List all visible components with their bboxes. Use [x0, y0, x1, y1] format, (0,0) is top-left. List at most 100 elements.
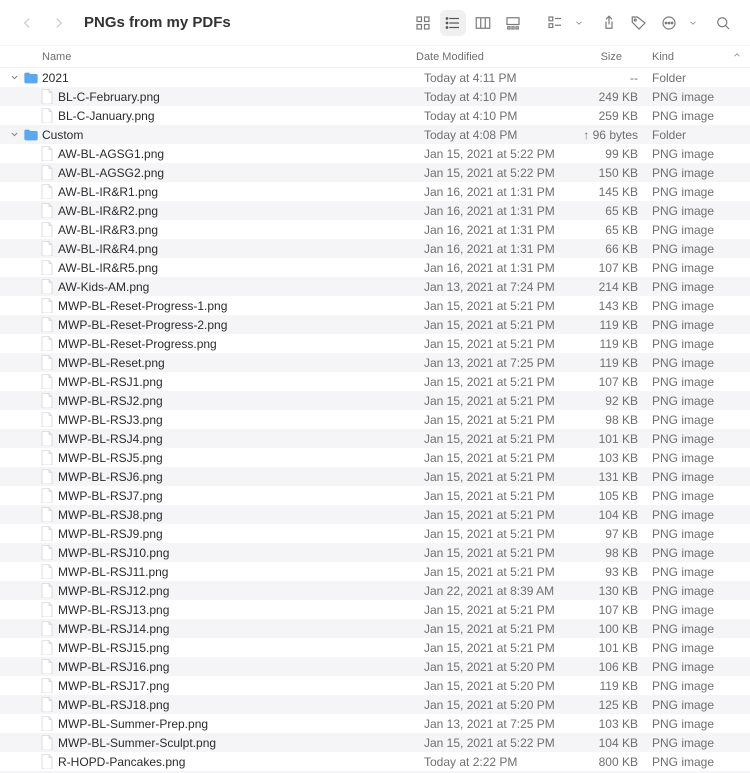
file-kind: PNG image — [652, 204, 750, 218]
column-header-date[interactable]: Date Modified — [416, 51, 572, 63]
file-name: R-HOPD-Pancakes.png — [56, 755, 424, 769]
file-row[interactable]: MWP-BL-RSJ1.pngJan 15, 2021 at 5:21 PM10… — [0, 372, 750, 391]
file-row[interactable]: MWP-BL-RSJ13.pngJan 15, 2021 at 5:21 PM1… — [0, 600, 750, 619]
file-size: 125 KB — [580, 698, 652, 712]
file-row[interactable]: MWP-BL-RSJ11.pngJan 15, 2021 at 5:21 PM9… — [0, 562, 750, 581]
column-header-name[interactable]: Name — [42, 51, 416, 63]
file-row[interactable]: MWP-BL-RSJ9.pngJan 15, 2021 at 5:21 PM97… — [0, 524, 750, 543]
file-row[interactable]: MWP-BL-RSJ12.pngJan 22, 2021 at 8:39 AM1… — [0, 581, 750, 600]
file-row[interactable]: MWP-BL-RSJ17.pngJan 15, 2021 at 5:20 PM1… — [0, 676, 750, 695]
disclosure-triangle[interactable] — [10, 73, 22, 82]
view-column-button[interactable] — [470, 10, 496, 36]
view-gallery-button[interactable] — [500, 10, 526, 36]
folder-icon — [22, 128, 40, 142]
file-size: 106 KB — [580, 660, 652, 674]
file-name: 2021 — [40, 71, 424, 85]
columns-menu-icon[interactable] — [732, 50, 742, 63]
file-row[interactable]: MWP-BL-Reset-Progress.pngJan 15, 2021 at… — [0, 334, 750, 353]
file-icon — [38, 488, 56, 503]
folder-row[interactable]: CustomToday at 4:08 PM↑ 96 bytesFolder — [0, 125, 750, 144]
file-row[interactable]: AW-BL-AGSG1.pngJan 15, 2021 at 5:22 PM99… — [0, 144, 750, 163]
share-button[interactable] — [596, 10, 622, 36]
file-row[interactable]: MWP-BL-Reset-Progress-2.pngJan 15, 2021 … — [0, 315, 750, 334]
file-list[interactable]: 2021Today at 4:11 PM--FolderBL-C-Februar… — [0, 68, 750, 773]
file-size: 66 KB — [580, 242, 652, 256]
file-row[interactable]: AW-BL-IR&R4.pngJan 16, 2021 at 1:31 PM66… — [0, 239, 750, 258]
file-name: MWP-BL-RSJ14.png — [56, 622, 424, 636]
file-name: AW-BL-IR&R3.png — [56, 223, 424, 237]
file-icon — [38, 640, 56, 655]
file-row[interactable]: AW-BL-IR&R2.pngJan 16, 2021 at 1:31 PM65… — [0, 201, 750, 220]
file-date: Jan 15, 2021 at 5:20 PM — [424, 679, 580, 693]
file-icon — [38, 469, 56, 484]
file-kind: PNG image — [652, 394, 750, 408]
file-icon — [38, 393, 56, 408]
nav-forward-button[interactable] — [46, 10, 72, 36]
file-row[interactable]: MWP-BL-RSJ8.pngJan 15, 2021 at 5:21 PM10… — [0, 505, 750, 524]
group-by-button[interactable] — [542, 10, 568, 36]
file-row[interactable]: MWP-BL-RSJ6.pngJan 15, 2021 at 5:21 PM13… — [0, 467, 750, 486]
file-name: MWP-BL-RSJ18.png — [56, 698, 424, 712]
file-size: 105 KB — [580, 489, 652, 503]
file-date: Jan 13, 2021 at 7:24 PM — [424, 280, 580, 294]
file-date: Today at 4:10 PM — [424, 90, 580, 104]
file-kind: PNG image — [652, 109, 750, 123]
file-row[interactable]: MWP-BL-RSJ18.pngJan 15, 2021 at 5:20 PM1… — [0, 695, 750, 714]
file-row[interactable]: MWP-BL-Summer-Prep.pngJan 13, 2021 at 7:… — [0, 714, 750, 733]
search-button[interactable] — [710, 10, 736, 36]
file-date: Jan 15, 2021 at 5:21 PM — [424, 318, 580, 332]
file-row[interactable]: AW-BL-IR&R3.pngJan 16, 2021 at 1:31 PM65… — [0, 220, 750, 239]
file-date: Jan 15, 2021 at 5:20 PM — [424, 660, 580, 674]
file-row[interactable]: R-HOPD-Pancakes.pngToday at 2:22 PM800 K… — [0, 752, 750, 771]
file-kind: PNG image — [652, 413, 750, 427]
file-row[interactable]: BL-C-February.pngToday at 4:10 PM249 KBP… — [0, 87, 750, 106]
file-row[interactable]: MWP-BL-RSJ14.pngJan 15, 2021 at 5:21 PM1… — [0, 619, 750, 638]
file-row[interactable]: MWP-BL-RSJ2.pngJan 15, 2021 at 5:21 PM92… — [0, 391, 750, 410]
file-row[interactable]: MWP-BL-RSJ7.pngJan 15, 2021 at 5:21 PM10… — [0, 486, 750, 505]
file-name: MWP-BL-Summer-Sculpt.png — [56, 736, 424, 750]
view-list-button[interactable] — [440, 10, 466, 36]
column-header-size[interactable]: Size — [572, 51, 652, 63]
disclosure-triangle[interactable] — [10, 130, 22, 139]
file-kind: PNG image — [652, 641, 750, 655]
more-actions-button[interactable] — [656, 10, 682, 36]
file-row[interactable]: MWP-BL-RSJ10.pngJan 15, 2021 at 5:21 PM9… — [0, 543, 750, 562]
file-kind: PNG image — [652, 584, 750, 598]
file-size: 65 KB — [580, 223, 652, 237]
file-row[interactable]: MWP-BL-Summer-Sculpt.pngJan 15, 2021 at … — [0, 733, 750, 752]
file-row[interactable]: MWP-BL-Reset-Progress-1.pngJan 15, 2021 … — [0, 296, 750, 315]
file-row[interactable]: AW-BL-IR&R1.pngJan 16, 2021 at 1:31 PM14… — [0, 182, 750, 201]
file-icon — [38, 621, 56, 636]
file-row[interactable]: MWP-BL-RSJ4.pngJan 15, 2021 at 5:21 PM10… — [0, 429, 750, 448]
file-row[interactable]: MWP-BL-RSJ5.pngJan 15, 2021 at 5:21 PM10… — [0, 448, 750, 467]
nav-back-button[interactable] — [14, 10, 40, 36]
folder-row[interactable]: 2021Today at 4:11 PM--Folder — [0, 68, 750, 87]
file-date: Today at 4:10 PM — [424, 109, 580, 123]
file-name: MWP-BL-Reset-Progress.png — [56, 337, 424, 351]
tags-button[interactable] — [626, 10, 652, 36]
file-kind: PNG image — [652, 375, 750, 389]
view-icon-button[interactable] — [410, 10, 436, 36]
file-row[interactable]: MWP-BL-RSJ15.pngJan 15, 2021 at 5:21 PM1… — [0, 638, 750, 657]
file-row[interactable]: MWP-BL-RSJ16.pngJan 15, 2021 at 5:20 PM1… — [0, 657, 750, 676]
file-name: MWP-BL-Summer-Prep.png — [56, 717, 424, 731]
file-name: AW-Kids-AM.png — [56, 280, 424, 294]
file-kind: Folder — [652, 71, 750, 85]
file-name: MWP-BL-RSJ5.png — [56, 451, 424, 465]
file-row[interactable]: BL-C-January.pngToday at 4:10 PM259 KBPN… — [0, 106, 750, 125]
file-row[interactable]: AW-BL-IR&R5.pngJan 16, 2021 at 1:31 PM10… — [0, 258, 750, 277]
file-row[interactable]: MWP-BL-Reset.pngJan 13, 2021 at 7:25 PM1… — [0, 353, 750, 372]
file-date: Today at 2:22 PM — [424, 755, 580, 769]
file-row[interactable]: AW-Kids-AM.pngJan 13, 2021 at 7:24 PM214… — [0, 277, 750, 296]
file-size: 119 KB — [580, 356, 652, 370]
file-icon — [38, 545, 56, 560]
file-size: 104 KB — [580, 736, 652, 750]
file-date: Jan 16, 2021 at 1:31 PM — [424, 204, 580, 218]
file-row[interactable]: MWP-BL-RSJ3.pngJan 15, 2021 at 5:21 PM98… — [0, 410, 750, 429]
file-name: BL-C-January.png — [56, 109, 424, 123]
file-row[interactable]: AW-BL-AGSG2.pngJan 15, 2021 at 5:22 PM15… — [0, 163, 750, 182]
file-icon — [38, 317, 56, 332]
file-date: Jan 15, 2021 at 5:21 PM — [424, 432, 580, 446]
file-size: 145 KB — [580, 185, 652, 199]
file-date: Jan 15, 2021 at 5:21 PM — [424, 508, 580, 522]
